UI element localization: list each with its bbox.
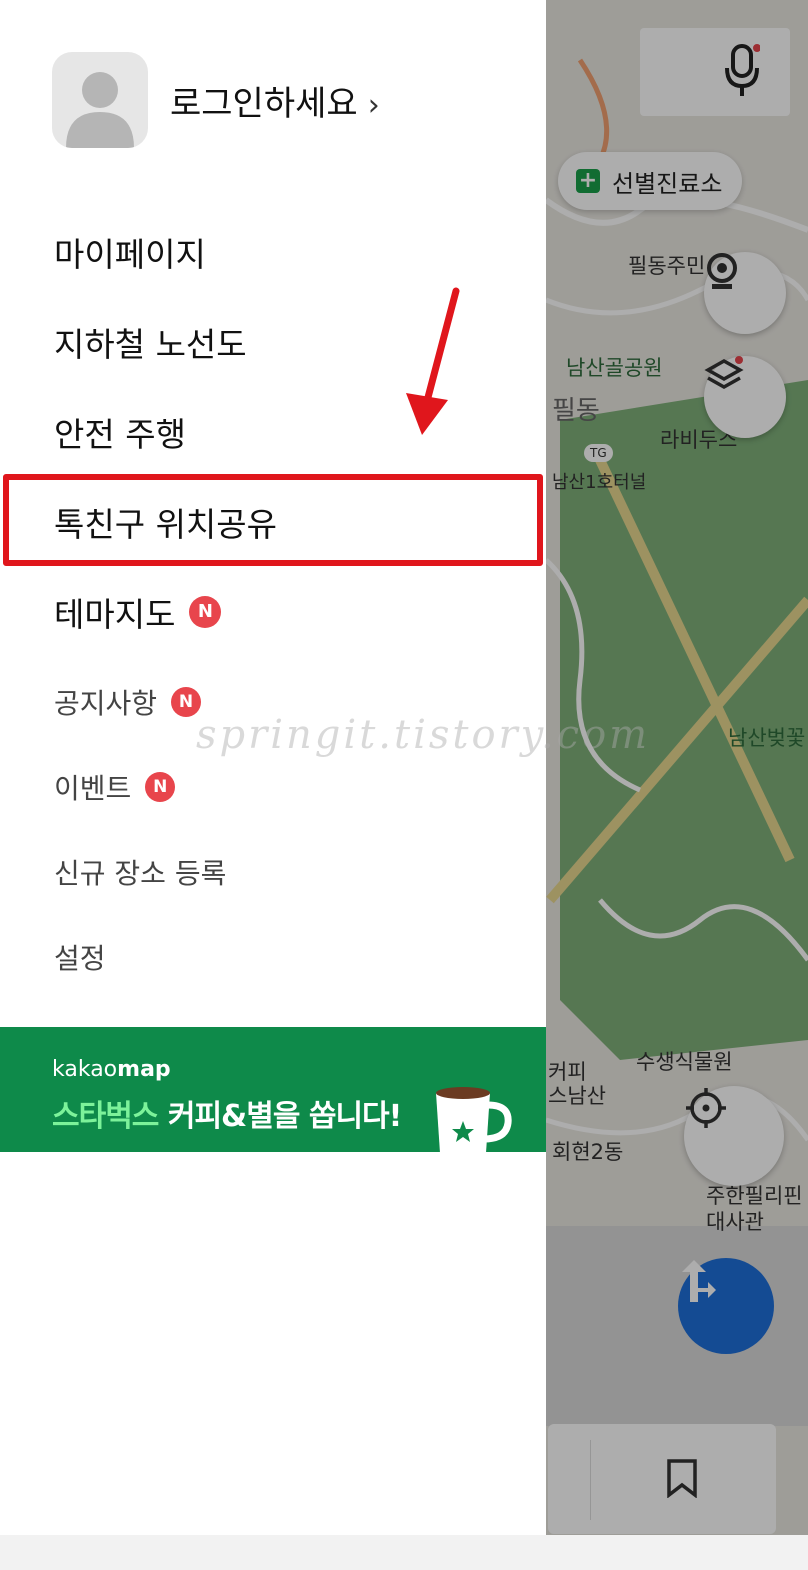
login-row[interactable]: 로그인하세요 ›: [52, 52, 380, 148]
login-label[interactable]: 로그인하세요 ›: [170, 76, 380, 125]
new-badge: N: [189, 596, 222, 628]
menu-item-settings[interactable]: 설정: [54, 937, 106, 977]
login-text: 로그인하세요: [170, 83, 358, 124]
side-drawer: 로그인하세요 › 마이페이지 지하철 노선도 안전 주행 톡친구 위치공유 테마지…: [0, 0, 647, 1535]
menu-item-notice[interactable]: 공지사항 N: [54, 682, 202, 722]
promo-text: 스타벅스 커피&별을 쏩니다!: [52, 1091, 402, 1135]
highlight-box: [3, 474, 543, 566]
chevron-right-icon: ›: [367, 87, 380, 123]
menu-item-new-place[interactable]: 신규 장소 등록: [54, 852, 226, 892]
menu-item-mypage[interactable]: 마이페이지: [54, 228, 206, 276]
promo-rest: 커피&별을 쏩니다!: [158, 1099, 402, 1134]
system-bar: [0, 1535, 808, 1570]
menu-label: 이벤트: [54, 772, 132, 805]
red-arrow-icon: [400, 285, 470, 444]
coffee-cup-icon: [428, 1083, 524, 1167]
new-badge: N: [145, 772, 176, 802]
menu-label: 테마지도: [54, 595, 176, 634]
promo-banner[interactable]: kakaomap 스타벅스 커피&별을 쏩니다!: [0, 1027, 546, 1157]
menu-item-subway[interactable]: 지하철 노선도: [54, 318, 247, 366]
user-icon: [66, 72, 134, 148]
watermark: springit.tistory.com: [196, 712, 651, 758]
kakaomap-logo: kakaomap: [52, 1057, 171, 1082]
menu-item-event[interactable]: 이벤트 N: [54, 767, 176, 807]
menu-label: 공지사항: [54, 687, 158, 720]
menu-item-theme-map[interactable]: 테마지도 N: [54, 588, 222, 636]
brand-prefix: kakao: [52, 1057, 118, 1082]
brand-suffix: map: [117, 1057, 171, 1082]
avatar: [52, 52, 148, 148]
menu-item-safe-drive[interactable]: 안전 주행: [54, 408, 186, 456]
promo-highlight: 스타벅스: [52, 1099, 159, 1134]
